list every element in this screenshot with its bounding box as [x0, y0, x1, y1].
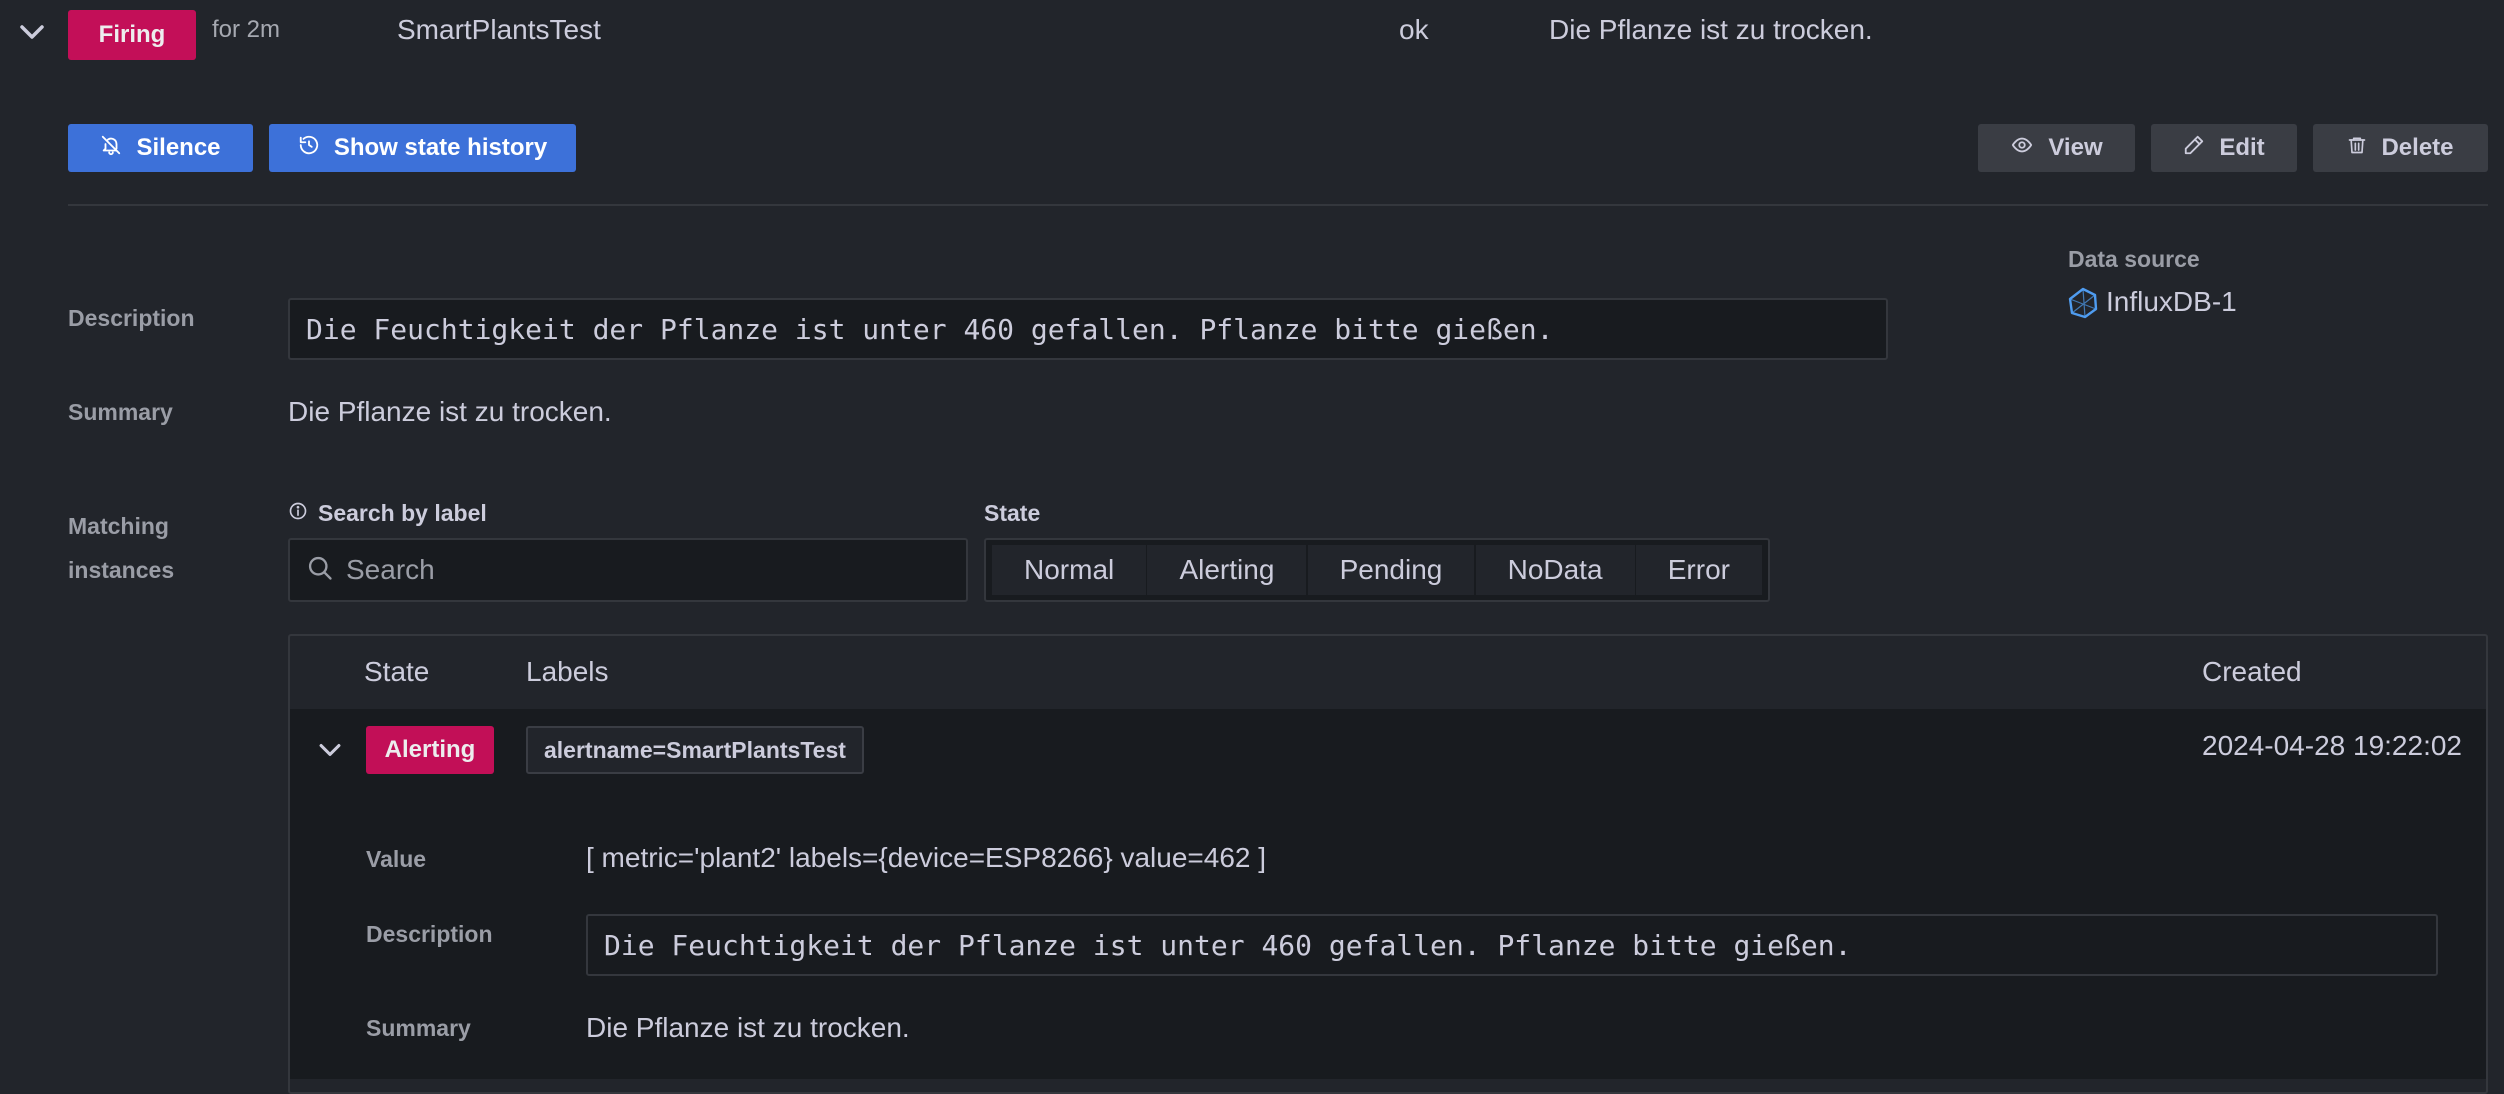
- show-state-history-button[interactable]: Show state history: [269, 124, 576, 172]
- state-duration: for 2m: [212, 16, 281, 43]
- created-timestamp: 2024-04-28 19:22:02: [2202, 730, 2462, 761]
- state-option-error[interactable]: Error: [1635, 545, 1762, 595]
- view-button[interactable]: View: [1978, 124, 2135, 172]
- search-input[interactable]: [346, 554, 946, 586]
- pencil-icon: [2183, 134, 2205, 163]
- column-header-created: Created: [2202, 656, 2302, 687]
- show-state-history-label: Show state history: [333, 134, 548, 161]
- description-value: Die Feuchtigkeit der Pflanze ist unter 4…: [288, 298, 1888, 360]
- bell-slash-icon: [100, 134, 122, 163]
- state-option-alerting[interactable]: Alerting: [1147, 545, 1307, 595]
- search-by-label-heading: Search by label: [288, 500, 487, 527]
- matching-label-line1: Matching: [68, 513, 169, 539]
- data-source-link[interactable]: InfluxDB-1: [2106, 286, 2237, 318]
- instance-summary-value: Die Pflanze ist zu trocken.: [586, 1012, 910, 1043]
- influxdb-icon: [2066, 286, 2100, 320]
- matching-instances-label: Matching instances: [68, 504, 174, 592]
- state-option-normal[interactable]: Normal: [992, 545, 1147, 595]
- search-by-label-text: Search by label: [318, 500, 487, 526]
- label-chip[interactable]: alertname=SmartPlantsTest: [526, 726, 864, 774]
- state-filter-label: State: [984, 500, 1041, 526]
- collapse-rule-chevron-icon[interactable]: [14, 14, 50, 50]
- rule-state-badge: Firing: [68, 10, 196, 60]
- instance-description-label: Description: [366, 921, 493, 947]
- edit-label: Edit: [2219, 134, 2265, 161]
- matching-label-line2: instances: [68, 557, 175, 583]
- instance-state-badge: Alerting: [366, 726, 494, 774]
- trash-icon: [2347, 134, 2367, 163]
- delete-label: Delete: [2381, 134, 2454, 161]
- column-header-state: State: [364, 656, 430, 687]
- info-circle-icon[interactable]: [288, 500, 308, 527]
- state-option-nodata[interactable]: NoData: [1475, 545, 1635, 595]
- delete-button[interactable]: Delete: [2313, 124, 2488, 172]
- rule-health: ok: [1399, 14, 1429, 45]
- rule-summary: Die Pflanze ist zu trocken.: [1549, 14, 1873, 45]
- collapse-row-chevron-icon[interactable]: [312, 732, 348, 768]
- instance-value: [ metric='plant2' labels={device=ESP8266…: [586, 842, 1267, 873]
- instance-summary-label: Summary: [366, 1015, 471, 1041]
- history-icon: [298, 134, 320, 163]
- instance-value-label: Value: [366, 846, 427, 872]
- summary-value: Die Pflanze ist zu trocken.: [288, 396, 612, 427]
- silence-button[interactable]: Silence: [68, 124, 253, 172]
- edit-button[interactable]: Edit: [2151, 124, 2297, 172]
- data-source-label: Data source: [2068, 246, 2200, 272]
- silence-label: Silence: [136, 134, 221, 161]
- description-label: Description: [68, 305, 195, 331]
- eye-icon: [2010, 134, 2034, 163]
- column-header-labels: Labels: [526, 656, 609, 687]
- divider: [68, 204, 2488, 206]
- rule-name: SmartPlantsTest: [397, 14, 601, 45]
- summary-label: Summary: [68, 399, 173, 425]
- view-label: View: [2048, 134, 2103, 161]
- state-filter-group: Normal Alerting Pending NoData Error: [984, 538, 1770, 602]
- search-icon: [306, 554, 334, 587]
- state-option-pending[interactable]: Pending: [1307, 545, 1475, 595]
- search-box[interactable]: [288, 538, 968, 602]
- instance-description-value: Die Feuchtigkeit der Pflanze ist unter 4…: [586, 914, 2438, 976]
